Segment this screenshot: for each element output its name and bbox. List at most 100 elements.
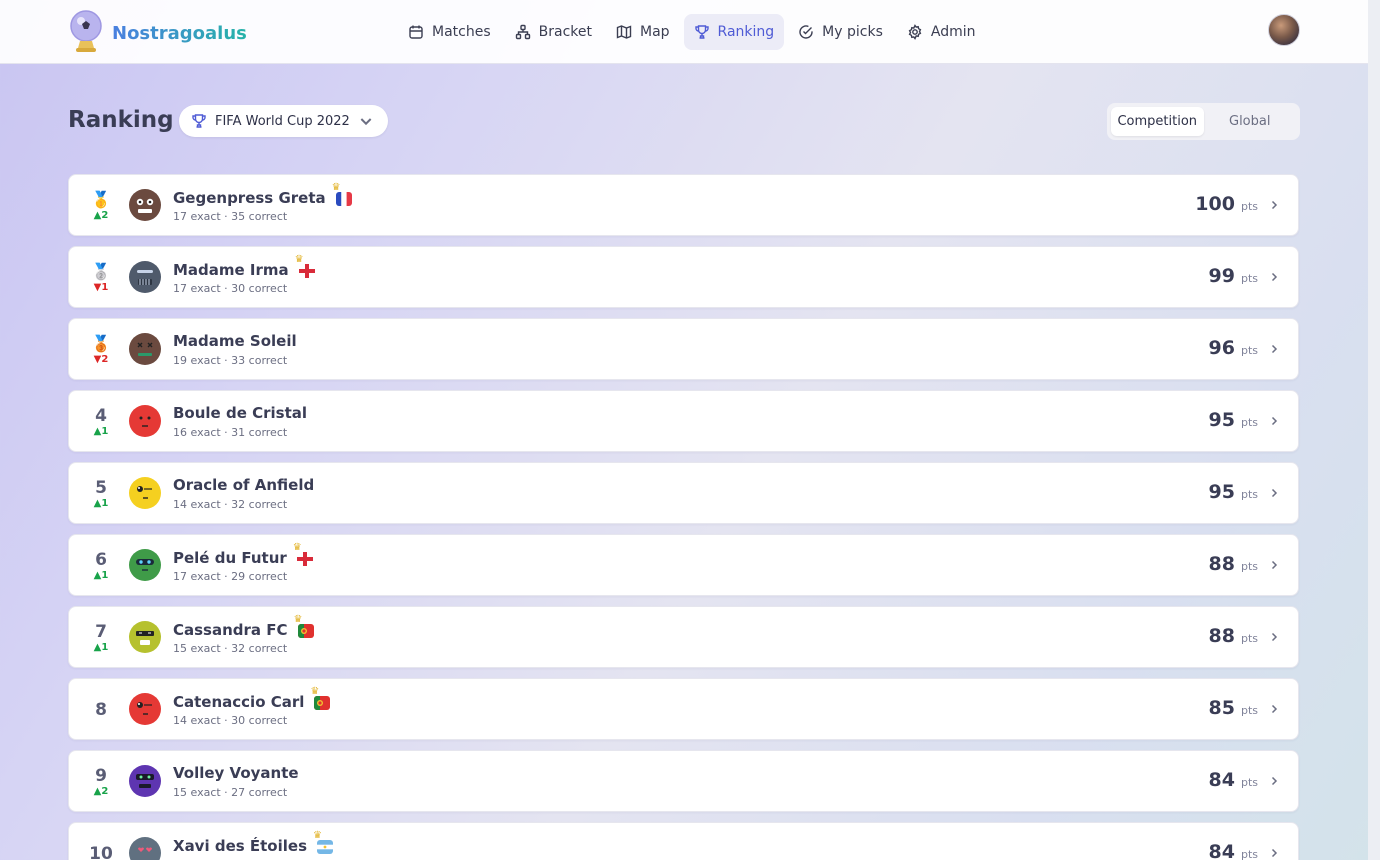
rank-number: 7 bbox=[95, 622, 107, 642]
player-points: 88 pts bbox=[1209, 553, 1258, 575]
player-name: Madame Soleil bbox=[173, 332, 297, 350]
nav-matches[interactable]: Matches bbox=[398, 14, 501, 50]
player-avatar-icon bbox=[129, 477, 161, 509]
competition-selector[interactable]: FIFA World Cup 2022 bbox=[179, 105, 388, 137]
ranking-row[interactable]: 6 ▲1 Pelé du Futur ♛ 17 exact · 29 correc… bbox=[68, 534, 1299, 596]
player-name: Gegenpress Greta bbox=[173, 189, 326, 207]
player-points: 99 pts bbox=[1209, 265, 1258, 287]
competition-selector-label: FIFA World Cup 2022 bbox=[215, 113, 350, 129]
rank-trend: ▼2 bbox=[93, 354, 109, 365]
nav-bracket[interactable]: Bracket bbox=[505, 14, 602, 50]
player-stats: 14 exact · 32 correct bbox=[173, 498, 288, 511]
points-value: 96 bbox=[1208, 337, 1235, 359]
user-avatar[interactable] bbox=[1268, 14, 1300, 46]
portugal-flag-icon bbox=[314, 696, 331, 710]
scope-global-button[interactable]: Global bbox=[1204, 107, 1297, 136]
player-points: 100 pts bbox=[1195, 193, 1258, 215]
rank-number: 9 bbox=[95, 766, 107, 786]
main-nav: Matches Bracket Map Ranking My picks Adm… bbox=[398, 14, 986, 50]
points-value: 95 bbox=[1208, 409, 1235, 431]
points-value: 85 bbox=[1208, 697, 1235, 719]
player-stats: 16 exact · 31 correct bbox=[173, 426, 288, 439]
ranking-row[interactable]: 9 ▲2 Volley Voyante 15 exact · 27 correct… bbox=[68, 750, 1299, 812]
nav-admin-label: Admin bbox=[930, 24, 976, 40]
nav-bracket-label: Bracket bbox=[538, 24, 592, 40]
scope-competition-button[interactable]: Competition bbox=[1111, 107, 1204, 136]
rank-trend: ▲2 bbox=[93, 786, 109, 797]
points-unit: pts bbox=[1240, 848, 1258, 860]
scrollbar-track[interactable] bbox=[1368, 0, 1380, 860]
chevron-right-icon bbox=[1271, 488, 1278, 498]
player-avatar-icon bbox=[129, 333, 161, 365]
player-name: Pelé du Futur bbox=[173, 549, 287, 567]
points-unit: pts bbox=[1240, 776, 1258, 789]
player-name: Boule de Cristal bbox=[173, 404, 307, 422]
trophy-icon bbox=[694, 25, 709, 39]
brand-link[interactable]: Nostragoalus bbox=[68, 10, 247, 56]
points-unit: pts bbox=[1240, 200, 1258, 213]
ranking-row[interactable]: 7 ▲1 Cassandra FC ♛ 15 exact · 32 correct… bbox=[68, 606, 1299, 668]
app-name: Nostragoalus bbox=[112, 22, 247, 44]
map-icon bbox=[616, 25, 632, 39]
chevron-right-icon bbox=[1271, 560, 1278, 570]
nav-map[interactable]: Map bbox=[606, 14, 680, 50]
england-flag-icon bbox=[296, 552, 313, 566]
nav-ranking[interactable]: Ranking bbox=[683, 14, 785, 50]
ranking-row[interactable]: 8 Catenaccio Carl ♛ 14 exact · 30 correc… bbox=[68, 678, 1299, 740]
ranking-row[interactable]: 10 Xavi des Étoiles ♛ 84 pts bbox=[68, 822, 1299, 860]
player-name-line: Cassandra FC ♛ bbox=[173, 615, 318, 640]
player-name: Volley Voyante bbox=[173, 764, 299, 782]
chevron-right-icon bbox=[1271, 704, 1278, 714]
rank-position: 🥇 ▲2 bbox=[85, 183, 117, 229]
player-points: 95 pts bbox=[1209, 409, 1258, 431]
portugal-flag-icon bbox=[297, 624, 314, 638]
calendar-icon bbox=[409, 25, 423, 39]
ranking-row[interactable]: 4 ▲1 Boule de Cristal 16 exact · 31 corre… bbox=[68, 390, 1299, 452]
points-unit: pts bbox=[1240, 560, 1258, 573]
player-stats: 17 exact · 30 correct bbox=[173, 282, 288, 295]
rank-position: 8 bbox=[85, 687, 117, 733]
nav-map-label: Map bbox=[639, 24, 670, 40]
ranking-row[interactable]: 🥈 ▼1 Madame Irma ♛ 17 exact · 30 correct … bbox=[68, 246, 1299, 308]
rank-position: 9 ▲2 bbox=[85, 759, 117, 805]
rank-position: 🥉 ▼2 bbox=[85, 327, 117, 373]
bracket-icon bbox=[515, 24, 530, 40]
champion-pick-badge: ♛ bbox=[294, 615, 318, 640]
nav-my-picks[interactable]: My picks bbox=[788, 14, 893, 50]
player-avatar-icon bbox=[129, 261, 161, 293]
player-name-line: Xavi des Étoiles ♛ bbox=[173, 831, 337, 856]
champion-pick-badge: ♛ bbox=[295, 255, 319, 280]
player-avatar-icon bbox=[129, 621, 161, 653]
rank-position: 10 bbox=[85, 831, 117, 860]
player-stats: 14 exact · 30 correct bbox=[173, 714, 288, 727]
rank-position: 4 ▲1 bbox=[85, 399, 117, 445]
ranking-row[interactable]: 5 ▲1 Oracle of Anfield 14 exact · 32 corr… bbox=[68, 462, 1299, 524]
player-points: 95 pts bbox=[1209, 481, 1258, 503]
check-circle-icon bbox=[799, 25, 813, 39]
points-value: 95 bbox=[1208, 481, 1235, 503]
points-value: 84 bbox=[1208, 841, 1235, 860]
ranking-row[interactable]: 🥇 ▲2 Gegenpress Greta ♛ 17 exact · 35 cor… bbox=[68, 174, 1299, 236]
rank-trend: ▼1 bbox=[93, 282, 109, 293]
rank-trend: ▲2 bbox=[93, 210, 109, 221]
player-points: 84 pts bbox=[1209, 841, 1258, 860]
player-points: 85 pts bbox=[1209, 697, 1258, 719]
nav-admin[interactable]: Admin bbox=[897, 14, 986, 50]
player-stats: 15 exact · 27 correct bbox=[173, 786, 288, 799]
player-avatar-icon bbox=[129, 549, 161, 581]
medal-icon: 🥈 bbox=[91, 262, 111, 281]
player-points: 96 pts bbox=[1209, 337, 1258, 359]
medal-icon: 🥉 bbox=[91, 334, 111, 353]
ranking-row[interactable]: 🥉 ▼2 Madame Soleil 19 exact · 33 correct … bbox=[68, 318, 1299, 380]
points-unit: pts bbox=[1240, 632, 1258, 645]
points-value: 100 bbox=[1195, 193, 1235, 215]
crystal-ball-logo-icon bbox=[70, 10, 102, 52]
player-name-line: Gegenpress Greta ♛ bbox=[173, 183, 356, 208]
rank-number: 8 bbox=[95, 700, 107, 720]
points-unit: pts bbox=[1240, 272, 1258, 285]
points-value: 84 bbox=[1208, 769, 1235, 791]
gear-icon bbox=[908, 24, 922, 40]
champion-pick-badge: ♛ bbox=[310, 687, 334, 712]
chevron-right-icon bbox=[1271, 776, 1278, 786]
champion-pick-badge: ♛ bbox=[332, 183, 356, 208]
